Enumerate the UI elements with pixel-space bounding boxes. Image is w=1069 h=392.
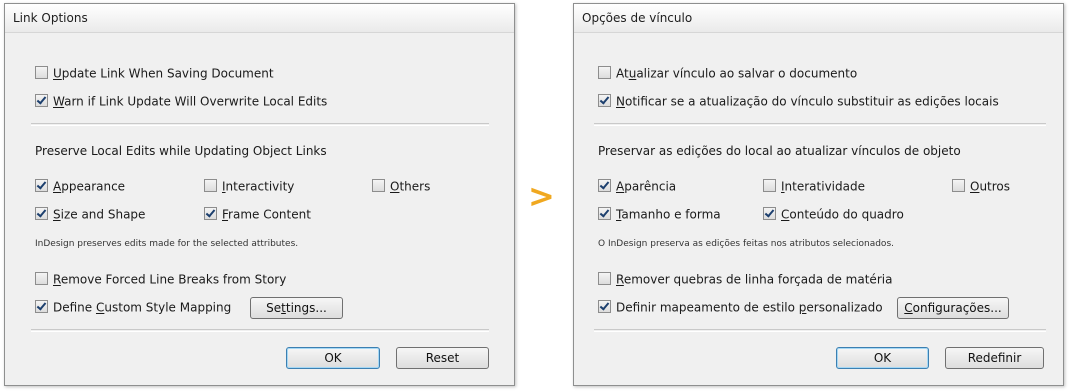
- preserve-heading: Preserve Local Edits while Updating Obje…: [35, 144, 327, 158]
- checkbox-icon[interactable]: [598, 179, 611, 192]
- separator: [31, 123, 489, 126]
- checkbox-icon[interactable]: [763, 207, 776, 220]
- preserve-note: O InDesign preserva as edições feitas no…: [598, 239, 894, 249]
- reset-button[interactable]: Reset: [396, 347, 489, 369]
- checkbox-icon[interactable]: [204, 207, 217, 220]
- checkbox-icon[interactable]: [35, 179, 48, 192]
- remove-line-breaks-checkbox[interactable]: Remove Forced Line Breaks from Story: [35, 270, 286, 288]
- custom-style-mapping-checkbox[interactable]: Definir mapeamento de estilo personaliza…: [598, 298, 883, 316]
- frame-content-checkbox[interactable]: Conteúdo do quadro: [763, 205, 904, 223]
- size-shape-checkbox[interactable]: Size and Shape: [35, 205, 145, 223]
- separator: [594, 123, 1046, 126]
- checkbox-icon[interactable]: [35, 300, 48, 313]
- appearance-checkbox[interactable]: Aparência: [598, 177, 676, 195]
- link-options-dialog: Link Options Update Link When Saving Doc…: [4, 3, 515, 386]
- separator: [31, 329, 489, 332]
- others-checkbox[interactable]: Others: [372, 177, 430, 195]
- dialog-title: Link Options: [5, 4, 514, 33]
- checkbox-icon[interactable]: [35, 207, 48, 220]
- dialog-title: Opções de vínculo: [574, 4, 1063, 33]
- size-shape-checkbox[interactable]: Tamanho e forma: [598, 205, 721, 223]
- update-link-checkbox[interactable]: Atualizar vínculo ao salvar o documento: [598, 64, 857, 82]
- checkbox-icon[interactable]: [598, 300, 611, 313]
- checkbox-icon[interactable]: [372, 179, 385, 192]
- warn-overwrite-checkbox[interactable]: Warn if Link Update Will Overwrite Local…: [35, 92, 327, 110]
- settings-button[interactable]: Configurações...: [897, 297, 1009, 319]
- checkbox-icon[interactable]: [204, 179, 217, 192]
- update-link-checkbox[interactable]: Update Link When Saving Document: [35, 64, 274, 82]
- arrow-icon: >: [528, 177, 555, 215]
- separator: [594, 329, 1046, 332]
- warn-overwrite-checkbox[interactable]: Notificar se a atualização do vínculo su…: [598, 92, 999, 110]
- checkbox-icon[interactable]: [35, 94, 48, 107]
- interactivity-checkbox[interactable]: Interactivity: [204, 177, 294, 195]
- opcoes-de-vinculo-dialog: Opções de vínculo Atualizar vínculo ao s…: [573, 3, 1064, 386]
- checkbox-icon[interactable]: [35, 66, 48, 79]
- checkbox-icon[interactable]: [598, 66, 611, 79]
- preserve-heading: Preservar as edições do local ao atualiz…: [598, 144, 961, 158]
- checkbox-icon[interactable]: [952, 179, 965, 192]
- checkbox-icon[interactable]: [598, 272, 611, 285]
- checkbox-icon[interactable]: [763, 179, 776, 192]
- preserve-note: InDesign preserves edits made for the se…: [35, 239, 299, 249]
- interactivity-checkbox[interactable]: Interatividade: [763, 177, 865, 195]
- remove-line-breaks-checkbox[interactable]: Remover quebras de linha forçada de maté…: [598, 270, 892, 288]
- appearance-checkbox[interactable]: Appearance: [35, 177, 125, 195]
- checkbox-icon[interactable]: [35, 272, 48, 285]
- settings-button[interactable]: Settings...: [250, 297, 343, 319]
- ok-button[interactable]: OK: [286, 347, 380, 369]
- frame-content-checkbox[interactable]: Frame Content: [204, 205, 311, 223]
- ok-button[interactable]: OK: [836, 347, 929, 369]
- reset-button[interactable]: Redefinir: [945, 347, 1044, 369]
- others-checkbox[interactable]: Outros: [952, 177, 1010, 195]
- custom-style-mapping-checkbox[interactable]: Define Custom Style Mapping: [35, 298, 231, 316]
- checkbox-icon[interactable]: [598, 94, 611, 107]
- checkbox-icon[interactable]: [598, 207, 611, 220]
